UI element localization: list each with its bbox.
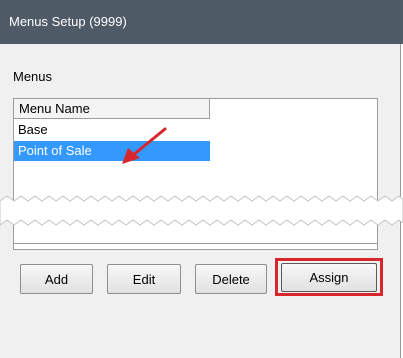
delete-button[interactable]: Delete: [195, 264, 267, 294]
list-item-label: Point of Sale: [18, 143, 92, 158]
column-header-label: Menu Name: [19, 101, 90, 116]
list-bottom-edge: [13, 233, 378, 244]
edit-button[interactable]: Edit: [107, 264, 181, 294]
pointer-arrow-icon: [122, 127, 167, 164]
menus-section-label: Menus: [13, 69, 53, 84]
add-button[interactable]: Add: [20, 264, 93, 294]
title-bar: Menus Setup (9999): [0, 0, 403, 44]
list-item-point-of-sale[interactable]: Point of Sale: [14, 141, 210, 161]
menus-setup-window: Menus Setup (9999) Menus Menu Name Base …: [0, 0, 403, 358]
assign-button[interactable]: Assign: [281, 263, 377, 292]
torn-edge-divider: [0, 195, 403, 226]
window-title: Menus Setup (9999): [9, 14, 127, 29]
list-item-base[interactable]: Base: [14, 120, 210, 140]
column-header-menu-name[interactable]: Menu Name: [14, 99, 210, 119]
list-item-label: Base: [18, 122, 48, 137]
